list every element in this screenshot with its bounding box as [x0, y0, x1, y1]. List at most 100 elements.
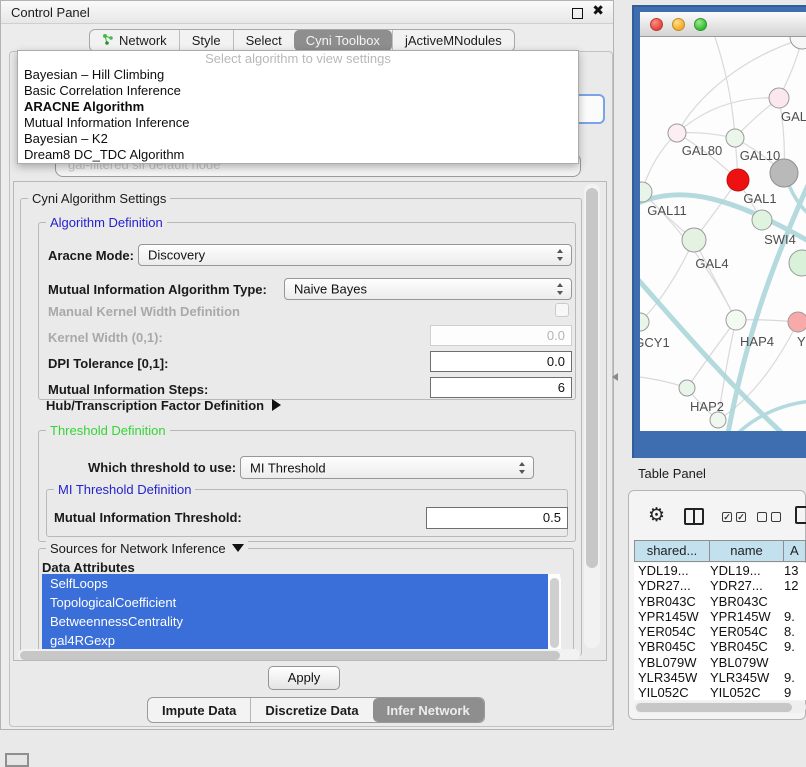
node-label: SWI4: [764, 232, 796, 247]
expand-right-icon: [272, 399, 281, 411]
tab-style[interactable]: Style: [179, 30, 233, 51]
algorithm-definition-legend: Algorithm Definition: [46, 215, 167, 230]
column-header-sharedname[interactable]: shared...: [634, 540, 710, 562]
gear-icon[interactable]: ⚙: [648, 504, 665, 526]
tab-select[interactable]: Select: [233, 30, 294, 51]
expand-down-icon: [232, 544, 244, 552]
node-gal4[interactable]: [682, 228, 706, 252]
node-gal80[interactable]: [668, 124, 686, 142]
node-gal-pink[interactable]: [769, 88, 789, 108]
dropdown-item-basic-correlation[interactable]: Basic Correlation Inference: [18, 83, 578, 99]
node-gcy1[interactable]: [640, 313, 649, 331]
node-salmon[interactable]: [788, 312, 806, 332]
close-icon[interactable]: ✖: [592, 3, 604, 19]
dropdown-item-bayesian-k2[interactable]: Bayesian – K2: [18, 131, 578, 147]
kernel-width-field[interactable]: 0.0: [430, 325, 572, 346]
node-label: GAL: [781, 109, 806, 124]
combo-arrows-icon: [519, 462, 526, 474]
node-unlabeled-bottom[interactable]: [710, 412, 726, 428]
data-attributes-list: SelfLoops TopologicalCoefficient Between…: [42, 574, 560, 658]
deselect-all-columns-icon[interactable]: [757, 512, 781, 522]
table-row[interactable]: YBL079WYBL079W: [634, 655, 806, 670]
table-row[interactable]: YBR045CYBR045C9.: [634, 639, 806, 654]
tab-infer-network[interactable]: Infer Network: [373, 698, 484, 722]
node-right-green[interactable]: [789, 250, 806, 276]
tab-cyni-toolbox[interactable]: Cyni Toolbox: [294, 30, 392, 51]
dropdown-item-mutual-information[interactable]: Mutual Information Inference: [18, 115, 578, 131]
network-canvas[interactable]: GAL GAL80 GAL10 GAL1 GAL11 SWI4 GAL4 GCY…: [640, 37, 806, 431]
settings-hscrollbar-thumb[interactable]: [20, 651, 560, 660]
control-panel-tabs: Network Style Select Cyni Toolbox jActiv…: [89, 29, 515, 52]
settings-hscrollbar[interactable]: [18, 649, 580, 661]
manual-kernel-checkbox[interactable]: [555, 303, 569, 317]
column-header-name[interactable]: name: [710, 540, 784, 562]
table-function-icon[interactable]: [795, 506, 806, 524]
attribute-item-selfloops[interactable]: SelfLoops: [42, 574, 548, 593]
mi-type-label: Mutual Information Algorithm Type:: [48, 282, 267, 297]
table-body: YDL19...YDL19...13 YDR27...YDR27...12 YB…: [634, 563, 806, 700]
table-row[interactable]: YDR27...YDR27...12: [634, 578, 806, 593]
aracne-mode-combo[interactable]: Discovery: [138, 244, 572, 266]
attribute-item-gal4rgexp[interactable]: gal4RGexp: [42, 631, 548, 650]
node-label: GAL1: [743, 191, 776, 206]
split-columns-icon[interactable]: [684, 508, 704, 525]
node-hap2[interactable]: [679, 380, 695, 396]
node-label: GAL11: [647, 203, 687, 218]
table-hscrollbar-thumb[interactable]: [636, 703, 792, 712]
mi-steps-label: Mutual Information Steps:: [48, 382, 208, 397]
node-label: HAP2: [690, 399, 724, 414]
attribute-item-betweennesscentrality[interactable]: BetweennessCentrality: [42, 612, 548, 631]
float-window-icon[interactable]: [572, 8, 583, 19]
tab-network[interactable]: Network: [90, 30, 179, 51]
settings-vscrollbar-thumb[interactable]: [586, 188, 598, 568]
mi-type-combo[interactable]: Naive Bayes: [284, 278, 572, 300]
splitter-collapse-icon[interactable]: [612, 373, 618, 381]
apply-button[interactable]: Apply: [268, 666, 340, 690]
table-row[interactable]: YER054CYER054C8.: [634, 624, 806, 639]
minimized-panel-icon[interactable]: [5, 753, 29, 767]
mi-threshold-field[interactable]: 0.5: [426, 507, 568, 529]
mi-steps-field[interactable]: 6: [430, 377, 572, 398]
table-hscrollbar[interactable]: [634, 701, 806, 713]
dropdown-item-dream8[interactable]: Dream8 DC_TDC Algorithm: [18, 147, 578, 163]
tab-impute-data[interactable]: Impute Data: [148, 698, 250, 722]
select-all-columns-icon[interactable]: ✓ ✓: [722, 512, 746, 522]
dpi-tolerance-field[interactable]: 0.0: [430, 351, 572, 372]
table-header-row: shared... name A: [634, 540, 806, 562]
dropdown-item-aracne[interactable]: ARACNE Algorithm: [18, 99, 578, 115]
settings-vscrollbar[interactable]: [584, 184, 600, 648]
minimize-traffic-light[interactable]: [672, 18, 685, 31]
table-row[interactable]: YPR145WYPR145W9.: [634, 609, 806, 624]
attribute-item-topologicalcoefficient[interactable]: TopologicalCoefficient: [42, 593, 548, 612]
which-threshold-combo[interactable]: MI Threshold: [240, 456, 534, 479]
control-panel-titlebar: Control Panel ✖: [1, 1, 613, 24]
attributes-scrollbar-thumb[interactable]: [550, 578, 559, 648]
tab-discretize-data[interactable]: Discretize Data: [250, 698, 372, 722]
table-row[interactable]: YLR345WYLR345W9.: [634, 670, 806, 685]
node-label: GAL10: [740, 148, 780, 163]
mi-threshold-legend: MI Threshold Definition: [54, 482, 195, 497]
attributes-scrollbar[interactable]: [549, 574, 561, 658]
node-swi4[interactable]: [752, 210, 772, 230]
checked-box-icon: ✓: [736, 512, 746, 522]
table-row[interactable]: YDL19...YDL19...13: [634, 563, 806, 578]
hub-definition-expander[interactable]: Hub/Transcription Factor Definition: [46, 398, 281, 413]
close-traffic-light[interactable]: [650, 18, 663, 31]
dropdown-prompt: Select algorithm to view settings: [18, 51, 578, 67]
node-gray[interactable]: [770, 159, 798, 187]
zoom-traffic-light[interactable]: [694, 18, 707, 31]
unchecked-box-icon: [771, 512, 781, 522]
tab-label: Network: [119, 33, 167, 48]
network-window-titlebar[interactable]: [640, 12, 806, 37]
node-gal1-selected[interactable]: [727, 169, 749, 191]
node-unlabeled-top[interactable]: [790, 37, 806, 49]
dropdown-item-bayesian-hill-climbing[interactable]: Bayesian – Hill Climbing: [18, 67, 578, 83]
node-gal10[interactable]: [726, 129, 744, 147]
sources-expander[interactable]: Sources for Network Inference: [46, 541, 248, 556]
tab-jactivemnodules[interactable]: jActiveMNodules: [392, 30, 514, 51]
mi-type-value: Naive Bayes: [294, 282, 367, 297]
table-row[interactable]: YIL052CYIL052C9: [634, 685, 806, 700]
column-header-partial[interactable]: A: [784, 540, 806, 562]
table-row[interactable]: YBR043CYBR043C: [634, 594, 806, 609]
node-hap4[interactable]: [726, 310, 746, 330]
